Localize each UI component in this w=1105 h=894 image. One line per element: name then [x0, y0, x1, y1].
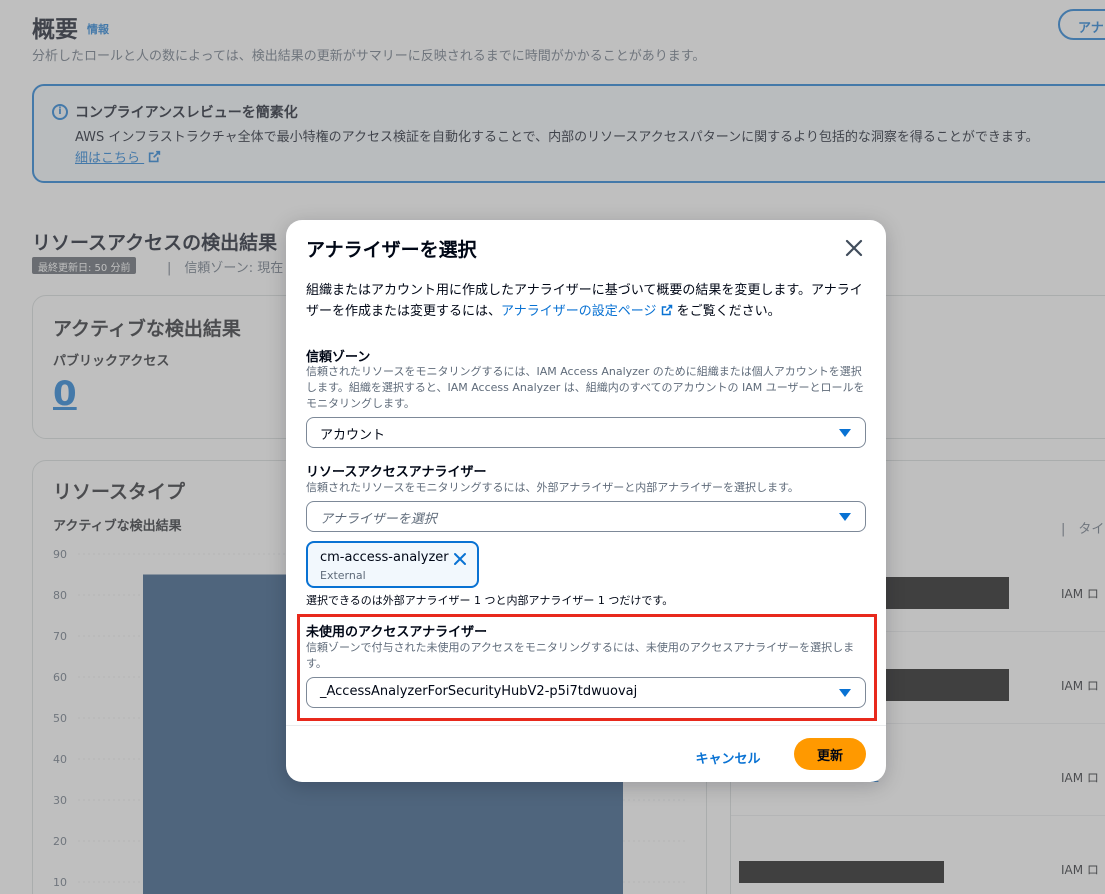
- token-name: cm-access-analyzer: [320, 550, 449, 565]
- analyzer-selection-note: 選択できるのは外部アナライザー 1 つと内部アナライザー 1 つだけです。: [306, 594, 674, 607]
- resource-analyzer-select[interactable]: アナライザーを選択: [306, 501, 866, 532]
- selected-analyzer-token: cm-access-analyzer External: [306, 541, 479, 588]
- update-button[interactable]: 更新: [794, 738, 866, 770]
- analyzer-settings-link[interactable]: アナライザーの設定ページ: [501, 304, 672, 319]
- modal-title: アナライザーを選択: [306, 239, 477, 261]
- resource-analyzer-help: 信頼されたリソースをモニタリングするには、外部アナライザーと内部アナライザーを選…: [306, 481, 799, 494]
- trust-zone-select[interactable]: アカウント: [306, 417, 866, 448]
- caret-down-icon: [839, 429, 851, 437]
- resource-analyzer-placeholder: アナライザーを選択: [320, 512, 437, 527]
- trust-zone-help: 信頼されたリソースをモニタリングするには、IAM Access Analyzer…: [306, 365, 865, 410]
- highlight-box: [297, 614, 877, 721]
- trust-zone-value: アカウント: [320, 428, 386, 443]
- footer-divider: [286, 725, 886, 726]
- resource-analyzer-label: リソースアクセスアナライザー: [306, 465, 487, 480]
- close-icon[interactable]: [842, 236, 866, 260]
- modal-description: 組織またはアカウント用に作成したアナライザーに基づいて概要の結果を変更します。ア…: [306, 283, 863, 319]
- trust-zone-label: 信頼ゾーン: [306, 350, 371, 365]
- remove-icon[interactable]: [452, 551, 468, 567]
- caret-down-icon: [839, 513, 851, 521]
- external-link-icon: [661, 304, 672, 316]
- token-type: External: [320, 569, 366, 582]
- cancel-button[interactable]: キャンセル: [686, 741, 770, 773]
